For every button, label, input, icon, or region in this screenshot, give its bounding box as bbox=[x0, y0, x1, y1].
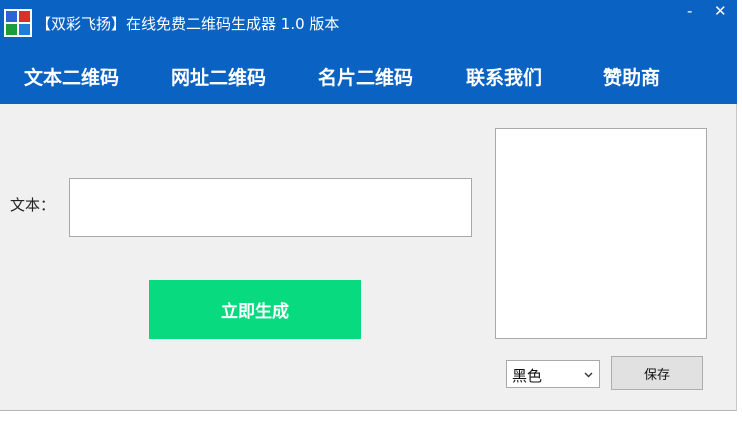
chevron-down-icon bbox=[584, 367, 593, 381]
text-input[interactable] bbox=[69, 178, 472, 237]
menu-bar: 文本二维码 网址二维码 名片二维码 联系我们 赞助商 bbox=[0, 44, 737, 104]
menu-item-contact[interactable]: 联系我们 bbox=[466, 63, 542, 90]
minimize-button[interactable]: - bbox=[687, 4, 692, 19]
color-select-value: 黑色 bbox=[512, 367, 543, 385]
app-icon-cell bbox=[19, 24, 30, 35]
title-bar: 【双彩飞扬】在线免费二维码生成器 1.0 版本 - ✕ bbox=[0, 0, 737, 44]
menu-item-url-qr[interactable]: 网址二维码 bbox=[171, 63, 266, 90]
generate-button[interactable]: 立即生成 bbox=[149, 280, 361, 339]
menu-item-card-qr[interactable]: 名片二维码 bbox=[318, 63, 413, 90]
close-button[interactable]: ✕ bbox=[714, 4, 727, 19]
menu-item-sponsors[interactable]: 赞助商 bbox=[603, 63, 660, 90]
window-title: 【双彩飞扬】在线免费二维码生成器 1.0 版本 bbox=[36, 15, 340, 33]
app-icon-cell bbox=[6, 24, 17, 35]
qr-preview bbox=[495, 128, 707, 339]
color-select[interactable]: 黑色 bbox=[506, 360, 600, 388]
app-window: 【双彩飞扬】在线免费二维码生成器 1.0 版本 - ✕ 文本二维码 网址二维码 … bbox=[0, 0, 737, 411]
menu-item-text-qr[interactable]: 文本二维码 bbox=[24, 63, 119, 90]
text-label: 文本： bbox=[10, 196, 56, 214]
app-icon-cell bbox=[19, 11, 30, 22]
app-icon-cell bbox=[6, 11, 17, 22]
app-icon bbox=[4, 9, 32, 37]
save-button[interactable]: 保存 bbox=[611, 356, 703, 390]
